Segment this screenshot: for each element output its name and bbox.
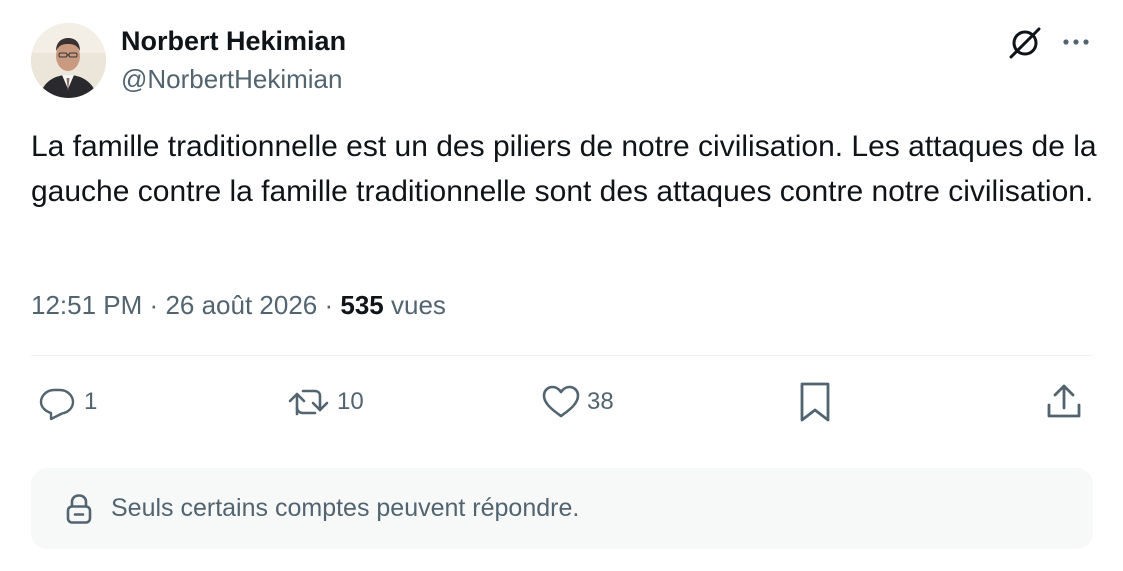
tweet-time[interactable]: 12:51 PM — [31, 290, 142, 320]
like-button[interactable]: 38 — [541, 381, 614, 423]
bookmark-button[interactable] — [795, 381, 835, 423]
reply-count: 1 — [84, 388, 98, 415]
like-count: 38 — [587, 388, 614, 415]
retweet-count: 10 — [337, 388, 364, 415]
reply-button[interactable]: 1 — [38, 381, 97, 423]
retweet-icon — [288, 389, 329, 416]
avatar[interactable] — [31, 23, 106, 98]
author-handle[interactable]: @NorbertHekimian — [121, 64, 342, 95]
views-count: 535 — [340, 290, 384, 320]
tweet-meta: 12:51 PM · 26 août 2026 · 535 vues — [31, 290, 446, 321]
share-button[interactable] — [1044, 381, 1084, 423]
heart-icon — [542, 385, 580, 418]
tweet-text: La famille traditionnelle est un des pil… — [31, 130, 1097, 208]
reply-restriction-text: Seuls certains comptes peuvent répondre. — [111, 494, 580, 522]
more-icon[interactable] — [1060, 30, 1092, 54]
reply-restriction-notice: Seuls certains comptes peuvent répondre. — [31, 468, 1093, 549]
retweet-button[interactable]: 10 — [287, 381, 364, 423]
share-icon — [1047, 384, 1081, 418]
grok-icon[interactable] — [1006, 24, 1044, 62]
meta-separator: · — [149, 290, 159, 320]
bookmark-icon — [800, 382, 830, 422]
author-name[interactable]: Norbert Hekimian — [121, 26, 346, 57]
tweet-card: Norbert Hekimian @NorbertHekimian La fam… — [0, 0, 1123, 571]
meta-separator: · — [324, 290, 334, 320]
tweet-date[interactable]: 26 août 2026 — [165, 290, 317, 320]
views-label: vues — [391, 290, 446, 320]
reply-icon — [39, 388, 75, 421]
divider — [31, 355, 1093, 356]
lock-icon — [66, 493, 92, 524]
avatar-photo — [31, 23, 106, 98]
